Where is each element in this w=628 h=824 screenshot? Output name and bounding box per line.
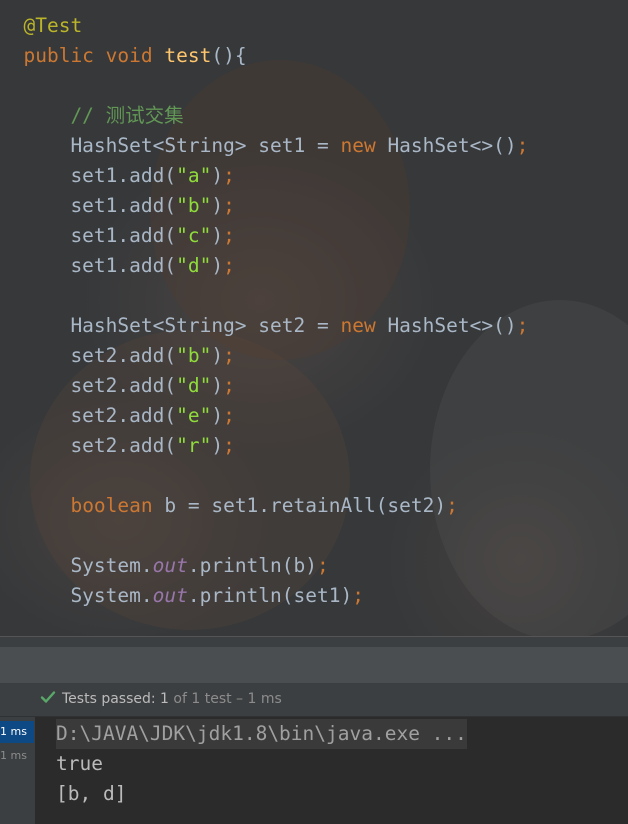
code-token: // 测试交集 xyxy=(23,104,184,127)
code-token: ; xyxy=(223,374,235,397)
code-token: HashSet<>() xyxy=(387,314,517,337)
code-token: HashSet<String> set1 = xyxy=(23,134,341,157)
code-token: ) xyxy=(211,344,224,367)
code-token: set2.add( xyxy=(23,374,177,397)
code-token: set1.add( xyxy=(23,224,177,247)
status-prefix: Tests passed: xyxy=(62,691,161,707)
code-token: @Test xyxy=(23,14,83,37)
code-line[interactable]: @Test xyxy=(0,11,82,41)
code-token: System. xyxy=(23,554,153,577)
code-token: ; xyxy=(223,434,235,457)
code-line[interactable]: set2.add("b"); xyxy=(0,341,235,371)
code-token: b = set1.retainAll(set2) xyxy=(164,494,447,517)
code-token: new xyxy=(340,134,388,157)
code-token: "a" xyxy=(176,164,212,187)
code-line[interactable]: set2.add("e"); xyxy=(0,401,235,431)
code-token: ; xyxy=(223,344,235,367)
code-line[interactable]: set1.add("b"); xyxy=(0,191,235,221)
code-token: HashSet<String> set2 = xyxy=(23,314,341,337)
code-token: ; xyxy=(223,194,235,217)
code-token: out xyxy=(152,584,188,607)
code-token: set2.add( xyxy=(23,404,177,427)
code-token: ) xyxy=(211,164,224,187)
code-token: set2.add( xyxy=(23,434,177,457)
code-token: ) xyxy=(211,404,224,427)
status-count: 1 xyxy=(160,691,169,707)
code-token: ) xyxy=(211,224,224,247)
test-tree-item-selected[interactable]: 1 ms xyxy=(0,721,34,743)
code-token: ; xyxy=(223,404,235,427)
code-token: test xyxy=(164,44,212,67)
code-token: HashSet<>() xyxy=(387,134,517,157)
code-token: ; xyxy=(516,314,529,337)
code-line[interactable]: boolean b = set1.retainAll(set2); xyxy=(0,491,458,521)
background-illustration-3 xyxy=(430,300,628,636)
code-token: ; xyxy=(317,554,329,577)
code-token: "c" xyxy=(176,224,212,247)
code-line[interactable]: System.out.println(set1); xyxy=(0,581,364,611)
code-token: .println(b) xyxy=(187,554,317,577)
code-token: (){ xyxy=(211,44,247,67)
code-line[interactable]: System.out.println(b); xyxy=(0,551,329,581)
check-icon xyxy=(40,691,56,703)
console-line-output: [b, d] xyxy=(56,782,127,805)
code-token: set1.add( xyxy=(23,254,177,277)
code-line[interactable]: set1.add("c"); xyxy=(0,221,235,251)
code-line[interactable]: set2.add("r"); xyxy=(0,431,235,461)
code-token: out xyxy=(152,554,188,577)
code-token: public void xyxy=(23,44,165,67)
test-status-text: Tests passed: 1 of 1 test – 1 ms xyxy=(62,689,282,709)
test-tree-item[interactable]: 1 ms xyxy=(0,745,34,767)
code-line[interactable]: // 测试交集 xyxy=(0,101,184,131)
code-token: ) xyxy=(211,194,224,217)
code-token: ; xyxy=(223,224,235,247)
code-token: "r" xyxy=(176,434,212,457)
code-token: set2.add( xyxy=(23,344,177,367)
code-line[interactable]: HashSet<String> set2 = new HashSet<>(); xyxy=(0,311,528,341)
code-token: .println(set1) xyxy=(187,584,353,607)
code-token: "b" xyxy=(176,194,212,217)
code-token: System. xyxy=(23,584,153,607)
code-line[interactable]: set1.add("d"); xyxy=(0,251,235,281)
code-token: "b" xyxy=(176,344,212,367)
code-token: ; xyxy=(223,164,235,187)
console-line-output: true xyxy=(56,752,103,775)
code-line[interactable]: HashSet<String> set1 = new HashSet<>(); xyxy=(0,131,528,161)
run-toolbar-area xyxy=(0,647,628,683)
code-token: ) xyxy=(211,254,224,277)
code-token: set1.add( xyxy=(23,164,177,187)
code-token: "e" xyxy=(176,404,212,427)
code-token: ; xyxy=(446,494,458,517)
code-token: ; xyxy=(352,584,364,607)
code-line[interactable]: set1.add("a"); xyxy=(0,161,235,191)
code-editor[interactable]: @Test public void test(){ // 测试交集 HashSe… xyxy=(0,0,628,636)
code-token: ) xyxy=(211,434,224,457)
code-line[interactable]: set2.add("d"); xyxy=(0,371,235,401)
test-tree-panel: 1 ms 1 ms xyxy=(0,717,36,824)
code-token: "d" xyxy=(176,254,212,277)
console-line-command[interactable]: D:\JAVA\JDK\jdk1.8\bin\java.exe ... xyxy=(56,719,467,749)
code-token: ) xyxy=(211,374,224,397)
code-line[interactable]: public void test(){ xyxy=(0,41,247,71)
code-token: ; xyxy=(516,134,529,157)
code-token: new xyxy=(340,314,388,337)
status-suffix: of 1 test – 1 ms xyxy=(168,691,282,707)
code-token: set1.add( xyxy=(23,194,177,217)
code-token: ; xyxy=(223,254,235,277)
code-token: "d" xyxy=(176,374,212,397)
code-token: boolean xyxy=(70,494,165,517)
